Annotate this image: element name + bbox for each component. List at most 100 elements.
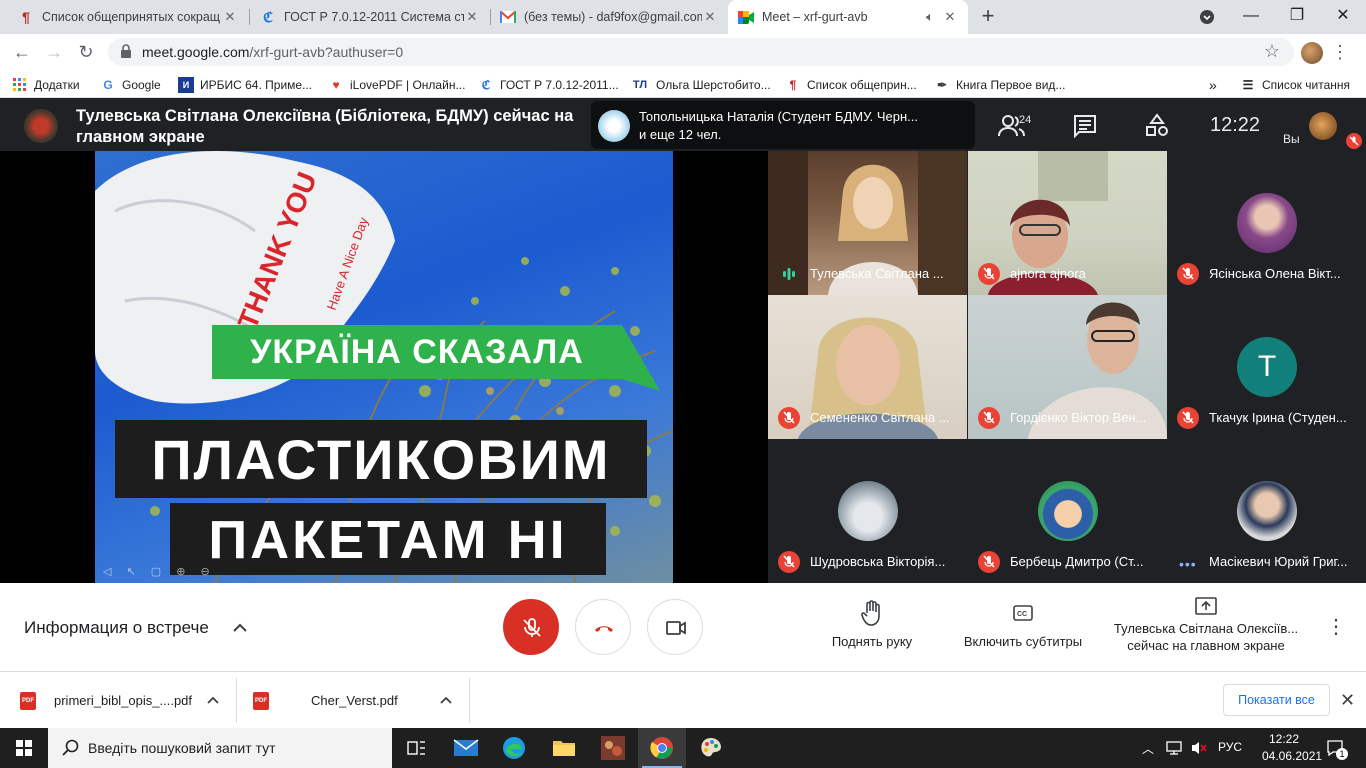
volume-muted-icon[interactable]	[1190, 740, 1208, 756]
window-close-button[interactable]: ✕	[1320, 0, 1366, 34]
reload-button[interactable]: ↻	[72, 38, 100, 66]
self-label: Вы	[1283, 132, 1300, 146]
pen-icon: ✒	[936, 78, 948, 92]
windows-start-icon[interactable]	[0, 728, 48, 768]
meet-icon	[738, 9, 754, 25]
tab-title: Meet – xrf-gurt-avb	[762, 10, 868, 24]
forward-button[interactable]: →	[40, 38, 68, 66]
more-bookmarks-button[interactable]: »	[1209, 76, 1217, 94]
network-icon[interactable]	[1166, 740, 1184, 756]
muted-mic-icon	[978, 407, 1000, 429]
taskbar-search-box[interactable]: Введіть пошуковий запит тут	[48, 728, 392, 768]
search-icon	[62, 739, 79, 756]
edge-app-button[interactable]	[490, 728, 538, 768]
participant-tile[interactable]: Шудровська Вікторія...	[768, 439, 967, 583]
self-muted-icon	[1346, 133, 1362, 149]
participant-avatar: T	[1237, 337, 1297, 397]
participant-tile[interactable]: T Ткачук Ірина (Студен...	[1167, 295, 1366, 439]
minimize-button[interactable]: —	[1228, 0, 1274, 34]
bookmark-apps[interactable]: Додатки	[12, 76, 80, 94]
bookmark-kniga[interactable]: ✒ Книга Первое вид...	[934, 76, 1065, 94]
tab-meet[interactable]: Meet – xrf-gurt-avb 🔈︎ ✕	[728, 0, 968, 34]
pilcrow-icon: ¶	[789, 78, 797, 92]
participant-tile[interactable]: Ясінська Олена Вікт...	[1167, 151, 1366, 295]
participant-tile[interactable]: ••• Масікевич Юрий Григ...	[1167, 439, 1366, 583]
address-bar[interactable]: meet.google.com/xrf-gurt-avb?authuser=0 …	[108, 38, 1294, 66]
meeting-info-button[interactable]: Информация о встрече	[24, 618, 209, 638]
chevron-up-icon[interactable]	[232, 620, 248, 634]
slide-heading-line1: ПЛАСТИКОВИМ	[151, 428, 611, 491]
tab-search-button[interactable]	[1184, 0, 1230, 34]
download-item[interactable]: PDF primeri_bibl_opis_....pdf	[20, 672, 220, 729]
reading-list-button[interactable]: ☰ Список читання	[1240, 76, 1350, 94]
raise-hand-label: Поднять руку	[831, 634, 913, 649]
folder-icon	[553, 741, 575, 756]
camera-toggle-button[interactable]	[647, 599, 703, 655]
chat-icon[interactable]	[1070, 112, 1100, 140]
participant-count: 24	[1019, 114, 1032, 126]
gost-site-icon: ℭ	[481, 78, 491, 92]
activities-icon[interactable]	[1142, 112, 1172, 140]
reading-list-icon: ☰	[1242, 78, 1254, 92]
presenting-button[interactable]: Тулевська Світлана Олексіїв... сейчас на…	[1104, 595, 1308, 654]
microphone-toggle-button[interactable]	[503, 599, 559, 655]
participant-tile[interactable]: Тулевська Світлана ...	[768, 151, 967, 295]
tl-icon: ТЛ	[632, 79, 648, 91]
bookmark-label: Ольга Шерстобито...	[656, 78, 771, 92]
browser-toolbar: ← → ↻ meet.google.com/xrf-gurt-avb?authu…	[0, 34, 1366, 70]
clock-time: 12:22	[1268, 732, 1300, 746]
browser-menu-button[interactable]: ⋮	[1330, 42, 1350, 62]
more-options-button[interactable]: ⋮	[1326, 613, 1346, 641]
tray-overflow-icon[interactable]: ︿	[1142, 740, 1154, 757]
presenter-avatar	[24, 109, 58, 143]
bookmark-google[interactable]: G Google	[100, 76, 160, 94]
hang-up-icon	[595, 626, 613, 632]
bookmark-sherstobitova[interactable]: ТЛ Ольга Шерстобито...	[630, 76, 771, 94]
close-icon[interactable]: ✕	[942, 9, 958, 25]
tab-gmail[interactable]: (без темы) - daf9fox@gmail.com ✕	[490, 0, 728, 34]
bookmark-irbis[interactable]: И ИРБИС 64. Приме...	[178, 76, 312, 94]
ilovepdf-icon: ♥	[332, 78, 340, 92]
speaker-icon[interactable]: 🔈︎	[922, 9, 938, 25]
close-icon[interactable]: ✕	[464, 9, 480, 25]
mail-app-button[interactable]	[442, 728, 490, 768]
bookmark-abbreviations[interactable]: ¶ Список общеприн...	[785, 76, 917, 94]
bookmark-gost[interactable]: ℭ ГОСТ Р 7.0.12-2011...	[478, 76, 619, 94]
download-filename: Cher_Verst.pdf	[311, 693, 398, 708]
slide-controls[interactable]: ◁ ↖ ▢ ⊕ ⊖	[103, 565, 216, 578]
self-avatar[interactable]	[1309, 112, 1337, 140]
tab-abbreviations[interactable]: ¶ Список общепринятых сокращ ✕	[8, 0, 248, 34]
show-all-downloads-button[interactable]: Показати все	[1223, 684, 1330, 716]
pinned-app-button[interactable]	[589, 728, 637, 768]
participant-tile[interactable]: Семененко Світлана ...	[768, 295, 967, 439]
restore-button[interactable]: ❐	[1274, 0, 1320, 34]
close-icon[interactable]: ✕	[222, 9, 238, 25]
raised-hand-name: Топольницька Наталія (Студент БДМУ. Черн…	[639, 109, 918, 124]
participant-tile[interactable]: Гордієнко Віктор Вен...	[968, 295, 1167, 439]
chrome-app-button[interactable]	[638, 728, 686, 768]
task-view-button[interactable]	[392, 728, 440, 768]
bookmark-star-icon[interactable]: ☆	[1264, 41, 1280, 62]
captions-button[interactable]: CC Включить субтитры	[952, 599, 1094, 650]
participant-tile[interactable]: ajnora ajnora	[968, 151, 1167, 295]
irbis-icon: И	[178, 77, 194, 93]
system-clock[interactable]: 12:22 04.06.2021	[1262, 731, 1322, 765]
tab-gost[interactable]: ℭ ГОСТ Р 7.0.12-2011 Система ста ✕	[250, 0, 490, 34]
muted-mic-icon	[778, 407, 800, 429]
close-downloads-icon[interactable]: ✕	[1340, 690, 1355, 711]
participant-tile[interactable]: Бербець Дмитро (Ст...	[968, 439, 1167, 583]
paint-app-button[interactable]	[687, 728, 735, 768]
input-language-indicator[interactable]: РУС	[1218, 740, 1242, 754]
close-icon[interactable]: ✕	[702, 9, 718, 25]
download-item[interactable]: PDF Cher_Verst.pdf	[253, 672, 433, 729]
chevron-up-icon[interactable]	[439, 694, 453, 706]
profile-avatar[interactable]	[1301, 42, 1323, 64]
chevron-up-icon[interactable]	[206, 694, 220, 706]
new-tab-button[interactable]: +	[975, 4, 1001, 30]
bookmark-ilovepdf[interactable]: ♥ iLovePDF | Онлайн...	[328, 76, 465, 94]
task-view-icon	[407, 741, 425, 755]
back-button[interactable]: ←	[8, 38, 36, 66]
raise-hand-button[interactable]: Поднять руку	[822, 599, 922, 650]
file-explorer-button[interactable]	[540, 728, 588, 768]
leave-call-button[interactable]	[575, 599, 631, 655]
